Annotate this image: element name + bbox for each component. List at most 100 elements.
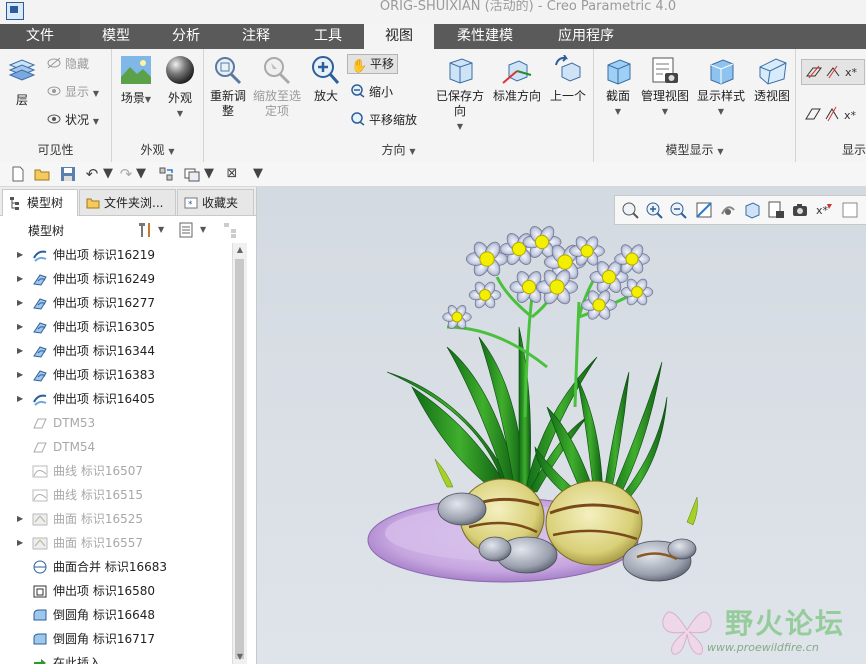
redo-icon[interactable]: ↷ [118, 166, 134, 182]
expand-arrow-icon[interactable]: ▶ [17, 243, 23, 267]
scroll-thumb[interactable] [235, 259, 244, 659]
tree-item[interactable]: ▶ 伸出项 标识16344 [0, 339, 232, 363]
display-style-button[interactable]: 显示样式 ▼ [694, 55, 748, 119]
orientation-group-dropdown-icon[interactable]: ▼ [409, 147, 415, 156]
annotation-display-icons[interactable]: x* [804, 105, 860, 123]
redo-dropdown-icon[interactable]: ▼ [133, 166, 149, 182]
standard-orientation-button[interactable]: 标准方向 [490, 55, 544, 104]
expand-arrow-icon[interactable]: ▶ [17, 507, 23, 531]
section-button[interactable]: 截面 ▼ [598, 55, 638, 119]
tree-item[interactable]: ▶ 曲面 标识16525 [0, 507, 232, 531]
tree-columns-icon[interactable] [178, 221, 196, 239]
manage-views-dropdown-icon[interactable]: ▼ [638, 104, 692, 119]
saved-orientations-button[interactable]: 已保存方向 ▼ [434, 55, 486, 134]
scene-dropdown-icon[interactable]: ▼ [145, 95, 151, 104]
tree-filter-icon[interactable] [222, 221, 240, 239]
datum-display-filters[interactable]: x* [801, 59, 865, 85]
expand-arrow-icon[interactable]: ▶ [17, 531, 23, 555]
tree-item[interactable]: ▶ 伸出项 标识16405 [0, 387, 232, 411]
windows-icon[interactable] [184, 166, 200, 182]
windows-dropdown-icon[interactable]: ▼ [201, 166, 217, 182]
customize-qat-dropdown-icon[interactable]: ▼ [250, 166, 266, 182]
tab-model[interactable]: 模型 [80, 24, 152, 49]
manage-views-icon [652, 57, 678, 83]
hide-button[interactable]: 隐藏 [46, 55, 89, 73]
model-tree-scrollbar[interactable]: ▲ ▼ [232, 243, 247, 664]
tab-view[interactable]: 视图 [364, 24, 434, 49]
show-dropdown-icon[interactable]: ▼ [93, 89, 99, 98]
saved-orientations-dropdown-icon[interactable]: ▼ [434, 119, 486, 134]
tree-item[interactable]: 在此插入 [0, 651, 232, 664]
zoom-to-selected-button[interactable]: 缩放至选定项 [252, 55, 302, 119]
save-icon[interactable] [60, 166, 76, 182]
new-file-icon[interactable] [10, 166, 26, 182]
tab-model-tree[interactable]: 模型树 [2, 189, 78, 216]
model-display-group-dropdown-icon[interactable]: ▼ [717, 147, 723, 156]
tab-flexible-modeling[interactable]: 柔性建模 [434, 24, 536, 49]
scroll-up-arrow-icon[interactable]: ▲ [233, 243, 247, 257]
tree-item[interactable]: 倒圆角 标识16648 [0, 603, 232, 627]
status-button[interactable]: 状况 ▼ [46, 111, 99, 129]
tab-tools[interactable]: 工具 [292, 24, 364, 49]
tree-item[interactable]: 曲线 标识16507 [0, 459, 232, 483]
regenerate-icon[interactable] [158, 166, 174, 182]
tree-item[interactable]: 曲线 标识16515 [0, 483, 232, 507]
layers-button[interactable]: 层 [4, 57, 40, 108]
tree-item[interactable]: 曲面合并 标识16683 [0, 555, 232, 579]
display-style-dropdown-icon[interactable]: ▼ [694, 104, 748, 119]
perspective-button[interactable]: 透视图 [750, 55, 794, 104]
tree-item[interactable]: ▶ 伸出项 标识16277 [0, 291, 232, 315]
watermark-url: www.proewildfire.cn [707, 641, 819, 654]
tree-item[interactable]: DTM54 [0, 435, 232, 459]
scene-button[interactable]: 场景▼ [118, 55, 154, 107]
open-folder-icon[interactable] [34, 166, 50, 182]
tree-columns-dropdown-icon[interactable]: ▼ [200, 225, 206, 234]
tree-item[interactable]: 倒圆角 标识16717 [0, 627, 232, 651]
expand-arrow-icon[interactable]: ▶ [17, 387, 23, 411]
tab-file[interactable]: 文件 [0, 24, 80, 49]
manage-views-button[interactable]: 管理视图 ▼ [638, 55, 692, 119]
expand-arrow-icon[interactable]: ▶ [17, 363, 23, 387]
tree-item[interactable]: ▶ 伸出项 标识16249 [0, 267, 232, 291]
tree-item[interactable]: ▶ 伸出项 标识16219 [0, 243, 232, 267]
tab-folder-browser[interactable]: 文件夹浏... [79, 189, 176, 215]
appearance-button[interactable]: 外观 ▼ [160, 55, 200, 121]
expand-arrow-icon[interactable]: ▶ [17, 315, 23, 339]
tree-settings-icon[interactable] [136, 221, 154, 239]
tree-item[interactable]: ▶ 曲面 标识16557 [0, 531, 232, 555]
expand-arrow-icon[interactable]: ▶ [17, 267, 23, 291]
expand-arrow-icon[interactable]: ▶ [17, 339, 23, 363]
undo-dropdown-icon[interactable]: ▼ [100, 166, 116, 182]
narcissus-flowers [442, 226, 654, 329]
curve-icon [32, 465, 48, 478]
tree-item[interactable]: ▶ 伸出项 标识16383 [0, 363, 232, 387]
tree-item[interactable]: DTM53 [0, 411, 232, 435]
zoom-out-button[interactable]: 缩小 [350, 83, 393, 101]
show-button[interactable]: 显示 ▼ [46, 83, 99, 101]
appearance-dropdown-icon[interactable]: ▼ [160, 106, 200, 121]
close-window-icon[interactable]: ⊠ [224, 166, 240, 182]
section-dropdown-icon[interactable]: ▼ [598, 104, 638, 119]
tree-item-label: 曲面合并 标识16683 [53, 560, 167, 574]
previous-orientation-button[interactable]: 上一个 [546, 55, 590, 104]
graphics-window[interactable]: x* 野火论坛 www.proewildfire.cn [257, 187, 866, 664]
tree-item[interactable]: 伸出项 标识16580 [0, 579, 232, 603]
scroll-down-arrow-icon[interactable]: ▼ [233, 650, 247, 664]
tab-analysis[interactable]: 分析 [152, 24, 220, 49]
undo-icon[interactable]: ↶ [84, 166, 100, 182]
round-icon [33, 633, 47, 645]
refit-button[interactable]: 重新调整 [208, 55, 248, 119]
appearance-group-dropdown-icon[interactable]: ▼ [168, 147, 174, 156]
pan-zoom-button[interactable]: 平移缩放 [350, 111, 417, 129]
sweep-protrusion-icon [33, 250, 47, 262]
expand-arrow-icon[interactable]: ▶ [17, 291, 23, 315]
tree-item[interactable]: ▶ 伸出项 标识16305 [0, 315, 232, 339]
tab-favorites[interactable]: * 收藏夹 [177, 189, 254, 215]
tab-annotate[interactable]: 注释 [220, 24, 292, 49]
pan-button[interactable]: ✋ 平移 [347, 54, 399, 74]
zoom-in-button[interactable]: 放大 [308, 55, 344, 104]
model-tree-header: 模型树 ▼ ▼ [0, 217, 256, 243]
tab-applications[interactable]: 应用程序 [536, 24, 636, 49]
status-dropdown-icon[interactable]: ▼ [93, 117, 99, 126]
tree-settings-dropdown-icon[interactable]: ▼ [158, 225, 164, 234]
